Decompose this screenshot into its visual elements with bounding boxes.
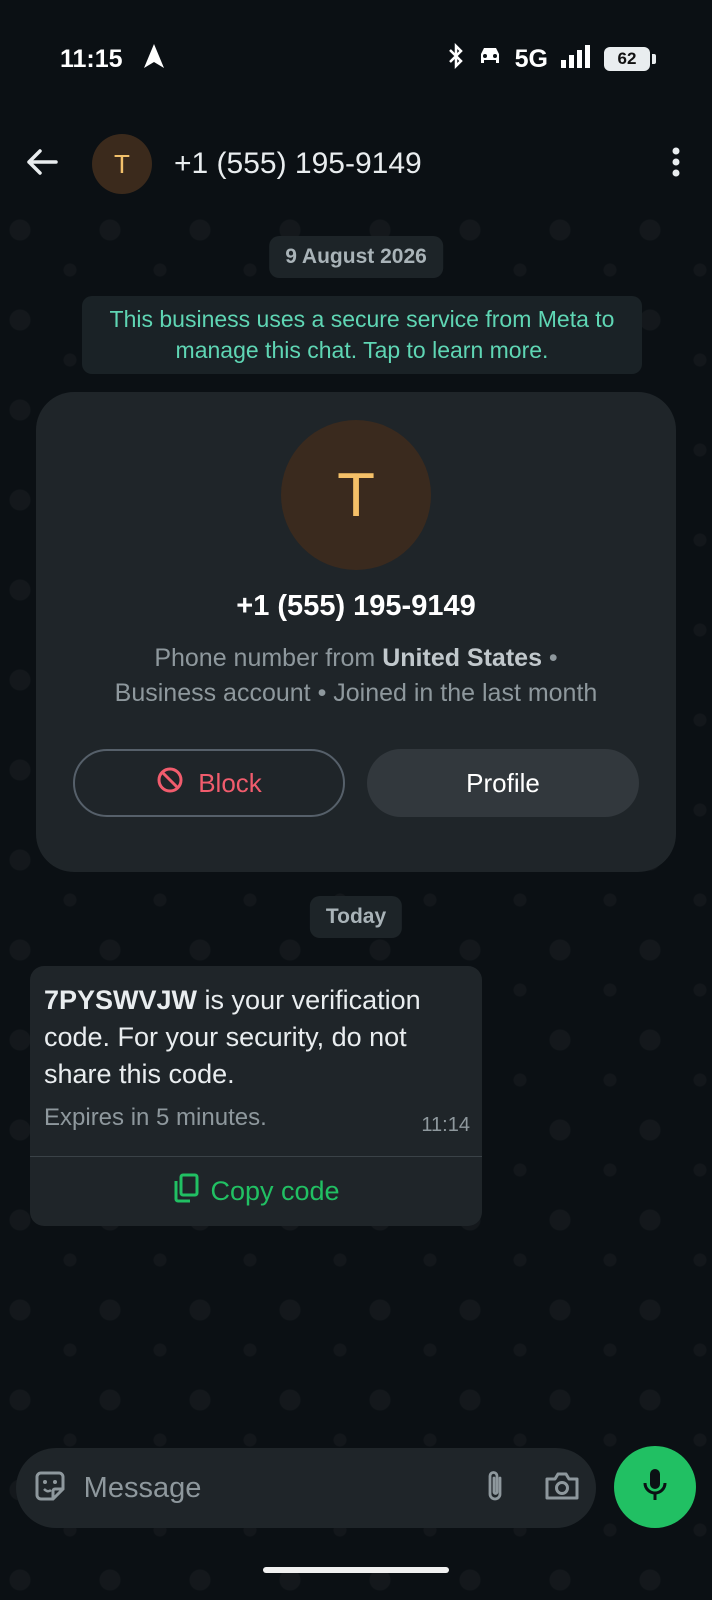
camera-icon (544, 1471, 580, 1506)
verification-code: 7PYSWVJW (44, 985, 198, 1015)
chat-area[interactable]: 9 August 2026 This business uses a secur… (0, 210, 712, 1600)
network-type: 5G (514, 44, 548, 73)
date-separator: 9 August 2026 (269, 236, 443, 278)
meta-secure-notice[interactable]: This business uses a secure service from… (82, 296, 642, 374)
profile-button[interactable]: Profile (367, 749, 639, 817)
status-time: 11:15 (60, 44, 123, 73)
camera-button[interactable] (528, 1448, 596, 1528)
navigation-arrow-icon (143, 43, 165, 76)
copy-icon (172, 1173, 200, 1210)
chat-header: T +1 (555) 195-9149 (0, 118, 712, 210)
car-icon (477, 45, 503, 74)
contact-title[interactable]: +1 (555) 195-9149 (174, 147, 422, 181)
message-composer (16, 1448, 596, 1528)
block-button[interactable]: Block (73, 749, 345, 817)
message-text: 7PYSWVJW is your verification code. For … (44, 982, 468, 1093)
card-avatar: T (281, 420, 431, 570)
status-bar: 11:15 5G 62 (0, 0, 712, 118)
desc-country: United States (382, 644, 542, 672)
verification-message[interactable]: 7PYSWVJW is your verification code. For … (30, 966, 482, 1226)
paperclip-icon (484, 1468, 506, 1509)
block-icon (156, 766, 184, 801)
copy-code-label: Copy code (210, 1176, 340, 1206)
emoji-sticker-button[interactable] (16, 1448, 84, 1528)
desc-prefix: Phone number from (154, 644, 383, 672)
status-icons: 5G 62 (447, 42, 656, 76)
message-footer: Expires in 5 minutes. (44, 1104, 267, 1131)
card-description: Phone number from United States • Busine… (106, 641, 606, 711)
bluetooth-icon (447, 42, 465, 76)
block-label: Block (198, 767, 262, 798)
copy-code-button[interactable]: Copy code (30, 1157, 482, 1226)
microphone-icon (642, 1467, 668, 1508)
card-phone-number: +1 (555) 195-9149 (236, 590, 476, 622)
message-input[interactable] (83, 1471, 461, 1505)
card-actions: Block Profile (73, 749, 639, 817)
whatsapp-chat-screen: 11:15 5G 62 T +1 (555) 195-9149 9 August… (0, 0, 712, 1600)
home-indicator[interactable] (263, 1567, 449, 1573)
back-arrow-icon (26, 148, 58, 181)
signal-icon (560, 44, 592, 75)
message-timestamp: 11:14 (421, 1114, 470, 1136)
battery-icon: 62 (604, 47, 656, 71)
contact-info-card: T +1 (555) 195-9149 Phone number from Un… (36, 392, 676, 872)
more-options-button[interactable] (640, 118, 712, 210)
contact-avatar[interactable]: T (92, 134, 152, 194)
sticker-icon (33, 1469, 67, 1508)
back-button[interactable] (0, 118, 84, 210)
more-vertical-icon (672, 147, 680, 182)
attach-button[interactable] (461, 1448, 529, 1528)
voice-message-button[interactable] (614, 1446, 696, 1528)
profile-label: Profile (466, 767, 540, 798)
date-separator-today: Today (309, 896, 403, 938)
